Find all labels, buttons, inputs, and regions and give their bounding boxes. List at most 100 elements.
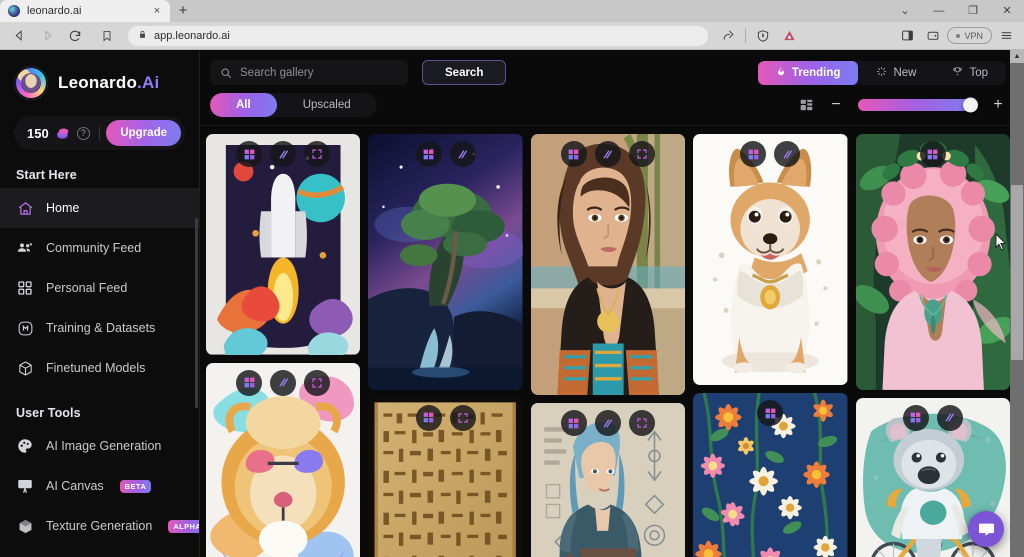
motion-icon[interactable]: [774, 141, 801, 167]
vpn-label: VPN: [964, 30, 983, 41]
sidebar-item-community-feed[interactable]: Community Feed: [0, 228, 199, 268]
card-actions: [531, 410, 685, 437]
gallery-card[interactable]: [855, 134, 1010, 390]
scrollbar-thumb[interactable]: [1011, 185, 1023, 360]
maximize-button[interactable]: ❐: [956, 0, 990, 22]
wallet-icon[interactable]: [921, 24, 945, 48]
expand-icon[interactable]: [449, 404, 476, 431]
forward-button[interactable]: [34, 24, 60, 48]
gallery-card[interactable]: [206, 362, 361, 557]
minimize-button[interactable]: —: [922, 0, 956, 22]
url-bar[interactable]: app.leonardo.ai: [128, 25, 709, 46]
motion-icon[interactable]: [270, 141, 297, 167]
gallery-card[interactable]: [530, 403, 686, 557]
grid-squares-icon: [16, 279, 34, 297]
sidebar-item-finetuned-models[interactable]: Finetuned Models: [0, 348, 199, 388]
expand-icon[interactable]: [628, 410, 655, 437]
gallery-card[interactable]: [530, 134, 686, 396]
filter-tabs: All Upscaled: [210, 93, 377, 117]
chevron-down-icon[interactable]: ⌄: [888, 0, 922, 22]
zoom-slider[interactable]: [858, 97, 978, 113]
share-icon[interactable]: [716, 24, 740, 48]
back-button[interactable]: [6, 24, 32, 48]
expand-icon[interactable]: [304, 369, 331, 396]
gallery-card[interactable]: [693, 134, 848, 386]
filter-upscaled[interactable]: Upscaled: [277, 93, 377, 117]
page-scrollbar[interactable]: ▲: [1010, 50, 1024, 557]
brand-title: Leonardo.Ai: [58, 73, 159, 93]
upgrade-button[interactable]: Upgrade: [106, 120, 181, 146]
filter-all[interactable]: All: [210, 93, 277, 117]
motion-icon[interactable]: [270, 369, 297, 396]
sidebar-item-training-datasets[interactable]: Training & Datasets: [0, 308, 199, 348]
search-icon: [220, 67, 232, 79]
sidebar-item-ai-image-generation[interactable]: AI Image Generation: [0, 426, 199, 466]
sidebar-item-home[interactable]: Home: [0, 188, 199, 228]
brand[interactable]: Leonardo.Ai: [0, 50, 199, 106]
gallery-card[interactable]: [368, 134, 523, 390]
motion-icon[interactable]: [594, 141, 621, 167]
gallery-image: [693, 134, 848, 386]
expand-icon[interactable]: [304, 141, 331, 167]
gallery-card[interactable]: [693, 393, 848, 557]
browser-tab[interactable]: leonardo.ai ×: [0, 0, 170, 22]
brave-lion-icon[interactable]: [777, 24, 801, 48]
tab-top[interactable]: Top: [934, 61, 1006, 85]
flame-icon: [776, 65, 786, 80]
vpn-toggle[interactable]: VPN: [947, 27, 992, 44]
sidebar-item-personal-feed[interactable]: Personal Feed: [0, 268, 199, 308]
gallery-image: [206, 134, 361, 355]
training-dial-icon: [16, 319, 34, 337]
credits-pill: 150 ? Upgrade: [14, 116, 185, 150]
sidebar-item-label: Texture Generation: [46, 519, 153, 533]
new-tab-button[interactable]: +: [170, 0, 196, 22]
gallery-image: [368, 134, 523, 390]
bookmark-icon[interactable]: [94, 24, 120, 48]
tab-label: Trending: [791, 66, 841, 79]
zoom-slider-knob[interactable]: [963, 97, 978, 113]
intercom-chat-icon[interactable]: [968, 511, 1004, 547]
remix-icon[interactable]: [236, 369, 263, 396]
sidebar-item-texture-generation[interactable]: Texture Generation ALPHA: [0, 506, 199, 546]
brand-suffix: .Ai: [137, 73, 160, 92]
sidebar-scrollbar[interactable]: [195, 218, 198, 408]
tab-new[interactable]: New: [858, 61, 934, 85]
remix-icon[interactable]: [740, 141, 767, 167]
search-button[interactable]: Search: [422, 60, 507, 85]
remix-icon[interactable]: [560, 410, 587, 437]
main-content: Search Trending Ne: [200, 50, 1024, 557]
status-badge: ALPHA: [168, 519, 199, 533]
close-icon[interactable]: ×: [150, 4, 164, 18]
tab-trending[interactable]: Trending: [757, 60, 859, 85]
remix-icon[interactable]: [236, 141, 263, 167]
texture-cube-icon: [16, 517, 34, 535]
brave-shield-icon[interactable]: [751, 24, 775, 48]
remix-icon[interactable]: [757, 400, 784, 427]
gallery-card[interactable]: [368, 397, 523, 557]
zoom-out-button[interactable]: −: [828, 97, 844, 113]
expand-icon[interactable]: [628, 141, 655, 167]
gallery-image: [530, 134, 686, 396]
motion-icon[interactable]: [936, 404, 963, 431]
motion-icon[interactable]: [449, 141, 476, 167]
help-circle-icon[interactable]: ?: [76, 126, 90, 140]
remix-icon[interactable]: [415, 141, 442, 167]
remix-icon[interactable]: [902, 404, 929, 431]
search-field-wrap[interactable]: [210, 60, 408, 85]
toolbar-row-search: Search Trending Ne: [210, 60, 1006, 85]
zoom-in-button[interactable]: +: [990, 97, 1006, 113]
gallery-card[interactable]: [206, 134, 361, 355]
remix-icon[interactable]: [919, 141, 946, 167]
sidebar-item-ai-canvas[interactable]: AI Canvas BETA: [0, 466, 199, 506]
reload-button[interactable]: [62, 24, 88, 48]
remix-icon[interactable]: [560, 141, 587, 167]
scroll-up-arrow-icon[interactable]: ▲: [1010, 50, 1024, 63]
grid-layout-icon[interactable]: [799, 98, 814, 112]
window-close-button[interactable]: ✕: [990, 0, 1024, 22]
motion-icon[interactable]: [594, 410, 621, 437]
remix-icon[interactable]: [415, 404, 442, 431]
search-input[interactable]: [240, 66, 398, 79]
tab-label: Top: [969, 66, 988, 79]
sidebar-panel-icon[interactable]: [895, 24, 919, 48]
hamburger-menu-icon[interactable]: [994, 24, 1018, 48]
